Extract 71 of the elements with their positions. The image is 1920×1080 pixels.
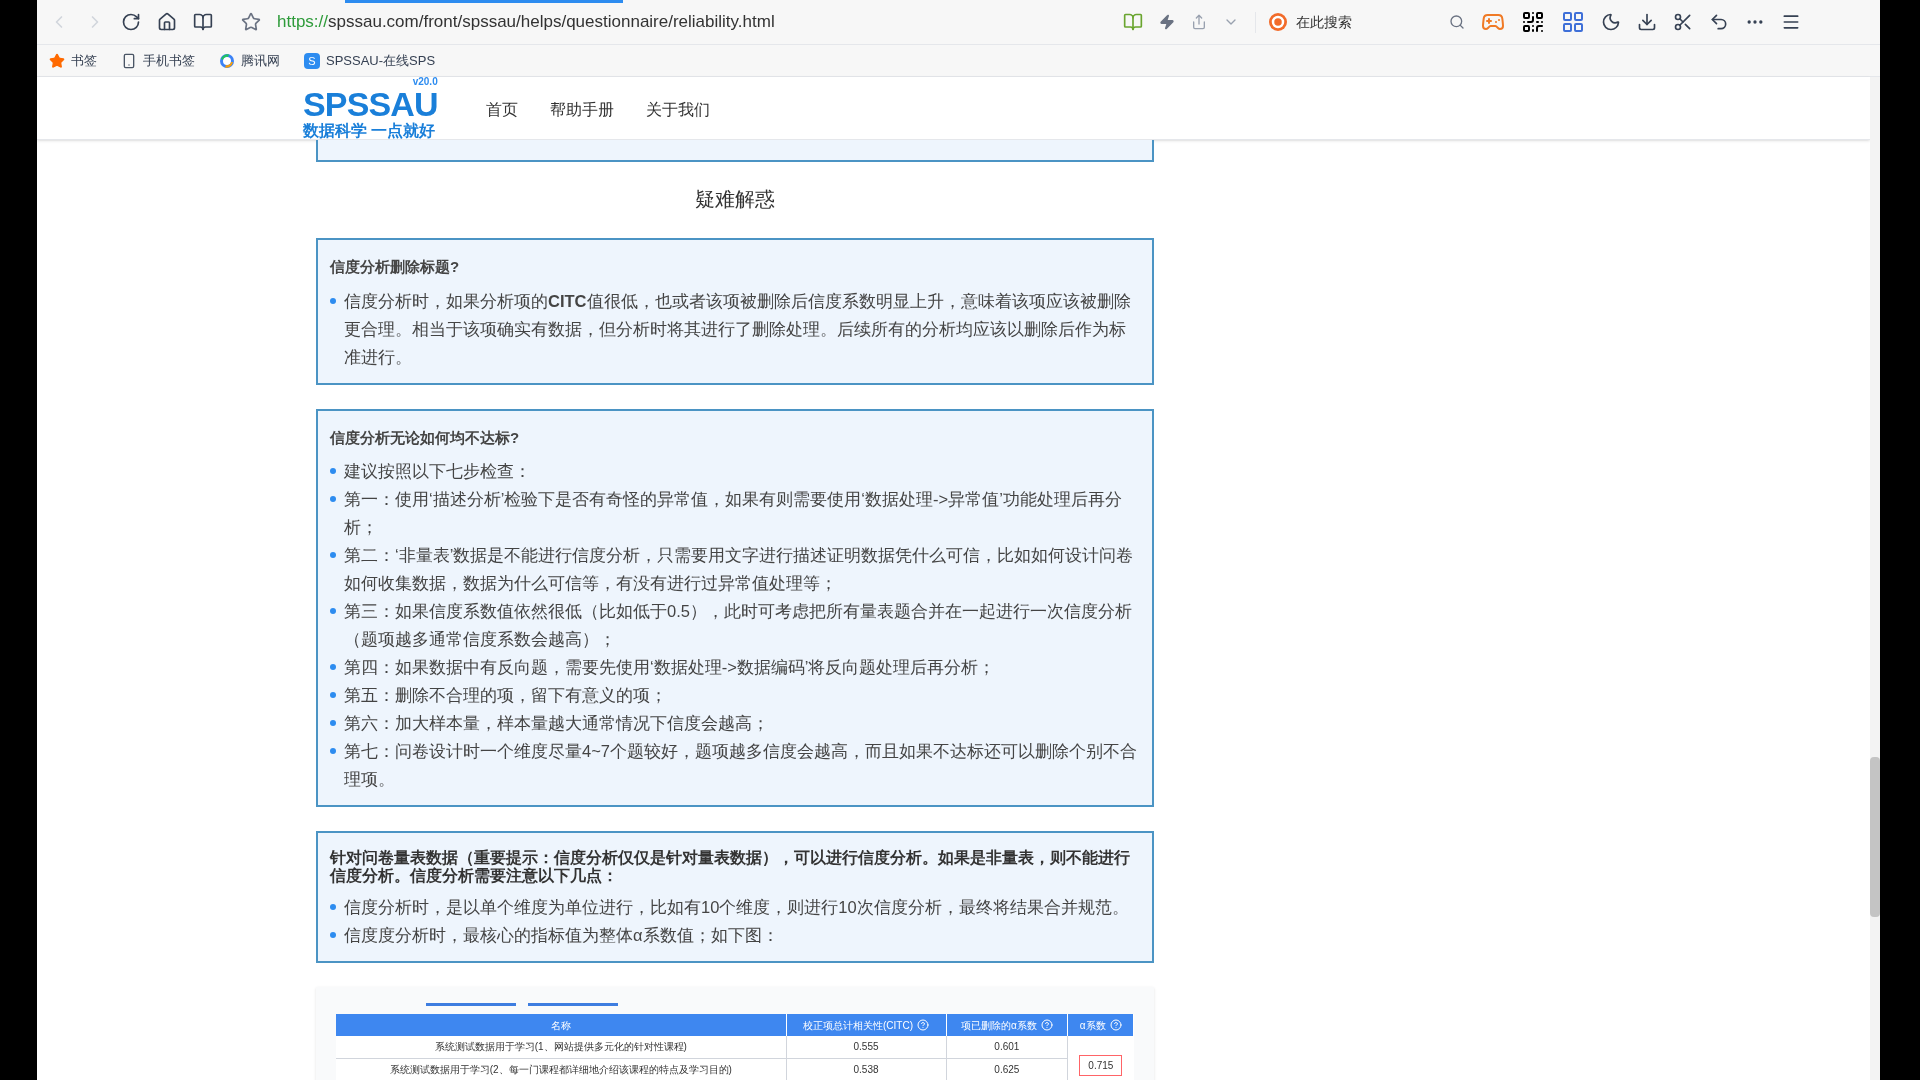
nav-link[interactable]: 帮助手册 [549, 98, 614, 122]
faq-text: 信度分析时，是以单个维度为单位进行，比如有10个维度，则进行10次信度分析，最终将结果合并规范。 [344, 897, 1129, 918]
site-logo[interactable]: v20.0 SPSSAU 数据科学 一点就好 [303, 77, 438, 139]
bullet-icon [330, 720, 336, 726]
column-header: 名称 [336, 1014, 786, 1036]
scrollbar[interactable] [1870, 77, 1880, 1080]
faq-title: 针对问卷量表数据（重要提示：信度分析仅仅是针对量表数据），可以进行信度分析。如果是非量表，则不能进行信度分析。信度分析需要注意以下几点： [330, 849, 1131, 885]
help-icon[interactable] [917, 1019, 929, 1031]
menu-icon[interactable] [1781, 12, 1801, 32]
star-icon [49, 52, 65, 69]
search-icon[interactable] [1449, 14, 1465, 30]
column-header: 项已删除的α系数 [946, 1014, 1068, 1036]
reader-icon[interactable] [1123, 12, 1143, 32]
phone-icon [121, 52, 137, 69]
table-cell: 0.601 [946, 1036, 1068, 1058]
help-icon[interactable] [1040, 1019, 1053, 1031]
table-cell: 系统测试数据用于学习(1、网站提供多元化的针对性课程) [336, 1036, 786, 1058]
globe-logo-icon [219, 52, 235, 69]
column-header: 校正项总计相关性(CITC) [786, 1014, 946, 1036]
faq-text: 建议按照以下七步检查： [344, 461, 531, 482]
address-field[interactable]: https://spssau.com/front/spssau/helps/questionnaire/reliability.html [277, 9, 1107, 35]
qr-code-icon[interactable] [1521, 10, 1545, 34]
moon-icon[interactable] [1601, 12, 1621, 32]
bookmark-link[interactable]: 腾讯网 [219, 50, 292, 71]
bullet-icon [330, 552, 336, 558]
grid-icon[interactable] [1561, 10, 1585, 34]
download-icon[interactable] [1637, 12, 1657, 32]
bullet-icon [330, 748, 336, 754]
reload-icon[interactable] [121, 12, 141, 32]
bullet-icon [330, 468, 336, 474]
alpha-value: 0.715 [1079, 1054, 1123, 1076]
search-field[interactable]: 在此搜索 [1255, 11, 1465, 33]
bullet-icon [330, 664, 336, 670]
column-header: α系数 [1067, 1014, 1134, 1036]
faq-title: 信度分析无论如何均不达标? [330, 427, 521, 448]
bookmark-link[interactable]: 书签 [49, 50, 109, 71]
book-icon[interactable] [193, 12, 213, 32]
search-engine-icon [1268, 12, 1288, 32]
table-cell: 0.555 [786, 1036, 946, 1058]
scissors-icon[interactable] [1673, 12, 1693, 32]
faq-text: 第二：‘非量表’数据是不能进行信度分析，只需要用文字进行描述证明数据凭什么可信，比如如何设计问卷如何收集数据，数据为什么可信等，有没有进行过异常值处理等； [344, 545, 1135, 594]
lightning-icon[interactable] [1159, 14, 1175, 30]
home-icon[interactable] [157, 12, 177, 32]
help-icon[interactable] [1109, 1019, 1122, 1031]
faq-text: 信度分析时，如果分析项的CITC值很低，也或者该项被删除后信度系数明显上升，意味着该项应该被删除更合理。相当于该项确实有数据，但分析时将其进行了删除处理。后续所有的分析均应该以删除后作为标准进行。 [344, 290, 1132, 368]
nav-link[interactable]: 关于我们 [645, 98, 710, 122]
faq-text: 第三：如果信度系数值依然很低（比如低于0.5），此时可考虑把所有量表题合并在一起进行一次信度分析（题项越多通常信度系数会越高）； [344, 601, 1133, 650]
bullet-icon [330, 297, 336, 304]
bookmark-link[interactable]: 手机书签 [121, 50, 207, 71]
faq-text: 信度度分析时，最核心的指标值为整体α系数值；如下图： [344, 925, 779, 946]
bullet-icon [330, 932, 336, 938]
faq-title: 信度分析删除标题? [330, 257, 461, 277]
undo-icon[interactable] [1709, 12, 1729, 32]
share-icon[interactable] [1191, 14, 1207, 30]
nav-link[interactable]: 首页 [485, 98, 518, 122]
faq-text: 第七：问卷设计时一个维度尽量4~7个题较好，题项越多信度会越高，而且如果不达标还可以删除个别不合理项。 [344, 741, 1138, 790]
faq-text: 第六：加大样本量，样本量越大通常情况下信度会越高； [344, 713, 769, 734]
section-title: 疑难解惑 [694, 187, 776, 212]
bullet-icon [330, 692, 336, 698]
faq-text: 第四：如果数据中有反向题，需要先使用‘数据处理->数据编码’将反向题处理后再分析； [344, 657, 996, 678]
table-cell: 系统测试数据用于学习(2、每一门课程都详细地介绍该课程的特点及学习目的) [336, 1058, 786, 1080]
bullet-icon [330, 608, 336, 614]
bullet-icon [330, 904, 336, 910]
bullet-icon [330, 496, 336, 502]
table-cell: 0.625 [946, 1058, 1068, 1080]
bookmark-link[interactable]: S SPSSAU-在线SPS [304, 50, 448, 71]
faq-text: 第五：删除不合理的项，留下有意义的项； [344, 685, 667, 706]
favicon: S [304, 52, 320, 69]
bookmark-star-icon[interactable] [241, 12, 261, 32]
faq-text: 第一：使用‘描述分析’检验下是否有奇怪的异常值，如果有则需要使用‘数据处理->异常值’功能处理后再分析； [344, 489, 1123, 538]
table-cell: 0.538 [786, 1058, 946, 1080]
